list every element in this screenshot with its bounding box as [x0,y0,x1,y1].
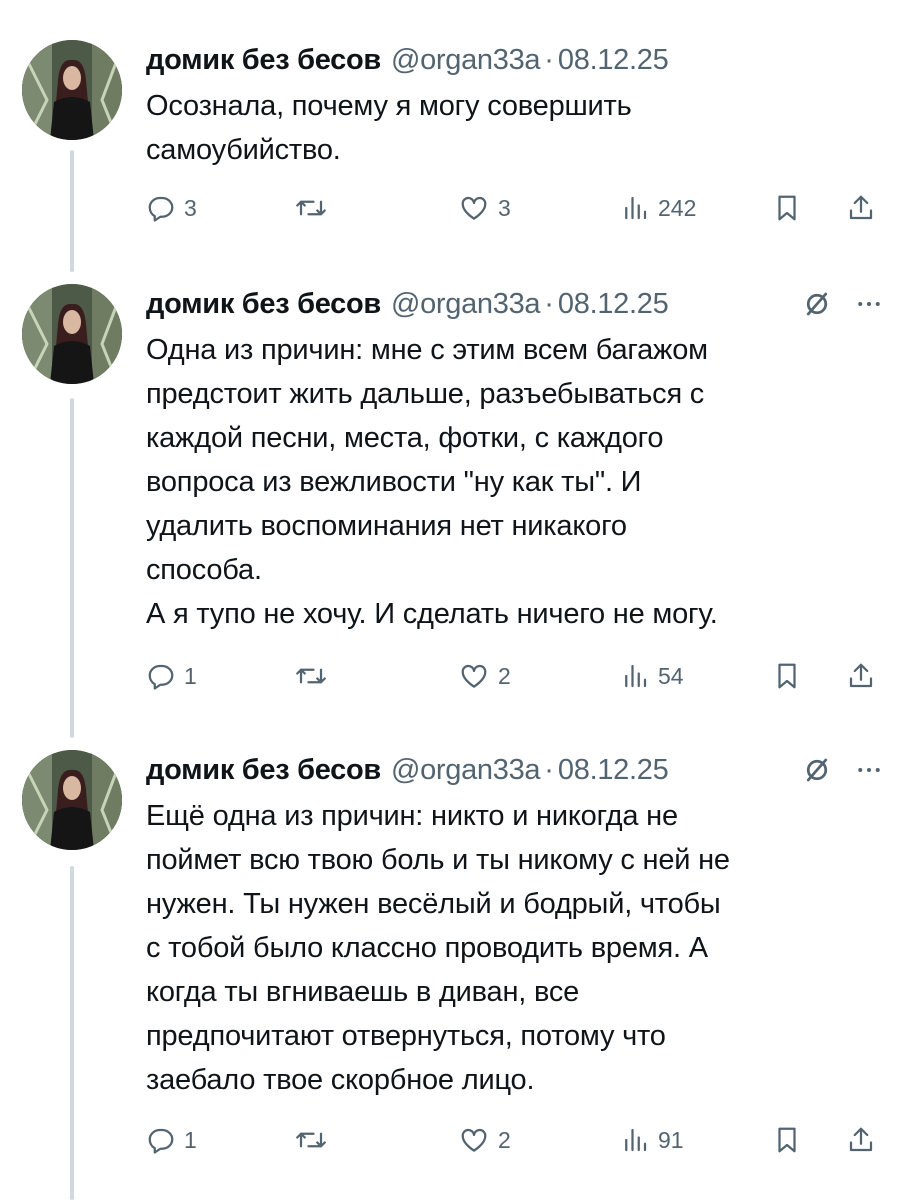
like-icon [461,196,487,220]
tweet-actions: 1 2 54 [146,656,884,696]
views-icon [625,196,647,220]
avatar[interactable] [22,284,122,384]
tweet-date[interactable]: 08.12.25 [558,40,669,80]
author-handle[interactable]: @organ33a [391,750,541,790]
tweet-text: Ещё одна из причин: никто и никогда не п… [146,800,730,1096]
repost-button[interactable] [294,188,328,228]
reply-button[interactable]: 1 [146,656,197,696]
author-name[interactable]: домик без бесов [146,284,381,324]
bookmark-icon [778,1127,796,1153]
thread-line [70,398,74,738]
header-icons [802,289,884,319]
repost-icon [296,1132,326,1148]
views-button[interactable]: 242 [620,188,696,228]
thread-line [70,866,74,1200]
like-button[interactable]: 2 [458,1120,511,1160]
reply-icon [148,196,174,222]
reply-button[interactable]: 3 [146,188,197,228]
reply-icon [148,664,174,690]
like-button[interactable]: 3 [458,188,511,228]
tweet-text: Осознала, почему я могу совершить самоуб… [146,90,632,166]
reply-count: 1 [184,1126,197,1153]
reply-count: 3 [184,194,197,221]
like-count: 2 [498,1126,511,1153]
share-button[interactable] [846,1120,876,1160]
author-handle[interactable]: @organ33a [391,284,541,324]
repost-button[interactable] [294,1120,328,1160]
tweet-text: Одна из причин: мне с этим всем багажом … [146,334,718,630]
repost-icon [296,668,326,684]
more-icon[interactable] [854,755,884,785]
tweet-content: домик без бесов @organ33a · 08.12.25 Осо… [146,40,884,172]
like-icon [461,1128,487,1152]
share-icon [849,1127,873,1152]
repost-button[interactable] [294,656,328,696]
grok-icon[interactable] [802,755,832,785]
separator-dot: · [544,288,554,320]
reply-count: 1 [184,662,197,689]
views-button[interactable]: 54 [620,656,684,696]
tweet-date[interactable]: 08.12.25 [558,284,669,324]
bookmark-icon [778,195,796,221]
tweet-header: домик без бесов @organ33a · 08.12.25 [146,750,884,790]
like-count: 3 [498,194,511,221]
views-count: 91 [658,1126,684,1153]
reply-button[interactable]: 1 [146,1120,197,1160]
header-icons [802,755,884,785]
tweet-header: домик без бесов @organ33a · 08.12.25 [146,284,884,324]
author-handle[interactable]: @organ33a [391,40,541,80]
more-icon[interactable] [854,289,884,319]
grok-icon[interactable] [802,289,832,319]
like-icon [461,664,487,688]
thread-line [70,150,74,272]
separator-dot: · [544,44,554,76]
bookmark-button[interactable] [772,1120,802,1160]
tweet-header: домик без бесов @organ33a · 08.12.25 [146,40,884,80]
views-icon [625,664,647,688]
tweet-date[interactable]: 08.12.25 [558,750,669,790]
separator-dot: · [544,754,554,786]
tweet-content: домик без бесов @organ33a · 08.12.25 Ещё… [146,750,884,1102]
views-count: 54 [658,662,684,689]
like-button[interactable]: 2 [458,656,511,696]
share-button[interactable] [846,656,876,696]
avatar[interactable] [22,750,122,850]
author-name[interactable]: домик без бесов [146,40,381,80]
repost-icon [296,200,326,216]
bookmark-button[interactable] [772,656,802,696]
views-icon [625,1128,647,1152]
avatar[interactable] [22,40,122,140]
views-count: 242 [658,194,697,221]
bookmark-button[interactable] [772,188,802,228]
bookmark-icon [778,663,796,689]
share-icon [849,663,873,688]
tweet-actions: 3 3 242 [146,188,884,228]
reply-icon [148,1128,174,1154]
like-count: 2 [498,662,511,689]
tweet-content: домик без бесов @organ33a · 08.12.25 Одн… [146,284,884,636]
views-button[interactable]: 91 [620,1120,684,1160]
author-name[interactable]: домик без бесов [146,750,381,790]
share-icon [849,195,873,220]
tweet-actions: 1 2 91 [146,1120,884,1160]
share-button[interactable] [846,188,876,228]
